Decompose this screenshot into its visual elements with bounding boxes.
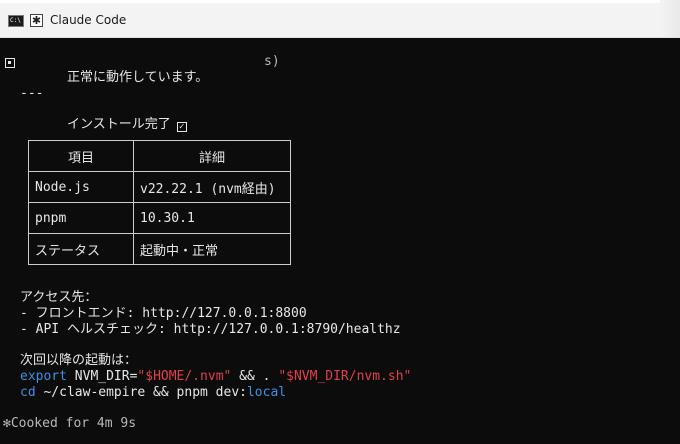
status-bullet-icon <box>5 58 15 68</box>
command-line-cd: cd ~/claw-empire && pnpm dev:local <box>20 385 286 401</box>
asterisk-icon: ✱ <box>30 14 43 27</box>
checkbox-checked-icon: ✓ <box>176 122 187 132</box>
status-line: 正常に動作しています。 <box>20 54 208 102</box>
table-row: ステータス 起動中・正常 <box>28 233 291 265</box>
table-cell: 10.30.1 <box>133 202 291 234</box>
install-summary-table: 項目 詳細 Node.js v22.22.1 (nvm経由) pnpm 10.3… <box>28 140 291 265</box>
title-bar-top-strip <box>0 0 680 3</box>
home-nvm-string: "$HOME/.nvm" <box>137 369 232 384</box>
nvm-dir-assign: NVM_DIR= <box>66 369 138 384</box>
title-bar-edge <box>660 0 680 37</box>
title-bar[interactable]: C:\ ✱ Claude Code <box>0 0 680 38</box>
install-complete-text: インストール完了 <box>66 117 171 132</box>
command-line-export: export NVM_DIR="$HOME/.nvm" && . "$NVM_D… <box>20 369 411 385</box>
terminal-output[interactable]: 正常に動作しています。 s) --- インストール完了 ✓ 項目 詳細 Node.… <box>0 38 680 444</box>
table-header-cell: 項目 <box>28 140 134 172</box>
table-cell: 起動中・正常 <box>133 233 291 265</box>
cmd-icon: C:\ <box>8 15 24 27</box>
separator: --- <box>20 86 44 101</box>
source-operator: && . <box>231 369 279 384</box>
access-api-line: - API ヘルスチェック: http://127.0.0.1:8790/hea… <box>20 322 401 337</box>
export-keyword: export <box>20 369 67 384</box>
table-cell: pnpm <box>28 202 134 234</box>
cd-keyword: cd <box>20 385 36 400</box>
nvm-sh-string: "$NVM_DIR/nvm.sh" <box>278 369 412 384</box>
local-keyword: local <box>246 385 287 400</box>
status-trailing: s) <box>264 54 280 69</box>
access-heading: アクセス先： <box>20 290 98 305</box>
table-row: Node.js v22.22.1 (nvm経由) <box>28 171 291 203</box>
status-text: 正常に動作しています。 <box>66 70 209 85</box>
terminal-window: C:\ ✱ Claude Code 正常に動作しています。 s) --- インス… <box>0 0 680 444</box>
table-header-row: 項目 詳細 <box>28 140 291 172</box>
table-row: pnpm 10.30.1 <box>28 202 291 234</box>
window-title: Claude Code <box>50 13 127 27</box>
table-cell: Node.js <box>28 171 134 203</box>
cd-rest: ~/claw-empire && pnpm dev: <box>35 385 247 400</box>
next-start-heading: 次回以降の起動は： <box>20 353 138 368</box>
table-cell: ステータス <box>28 233 134 265</box>
table-header-cell: 詳細 <box>133 140 291 172</box>
table-cell: v22.22.1 (nvm経由) <box>133 171 291 203</box>
access-frontend-line: - フロントエンド: http://127.0.0.1:8800 <box>20 306 307 321</box>
cooked-timer: ✻Cooked for 4m 9s <box>3 416 137 431</box>
